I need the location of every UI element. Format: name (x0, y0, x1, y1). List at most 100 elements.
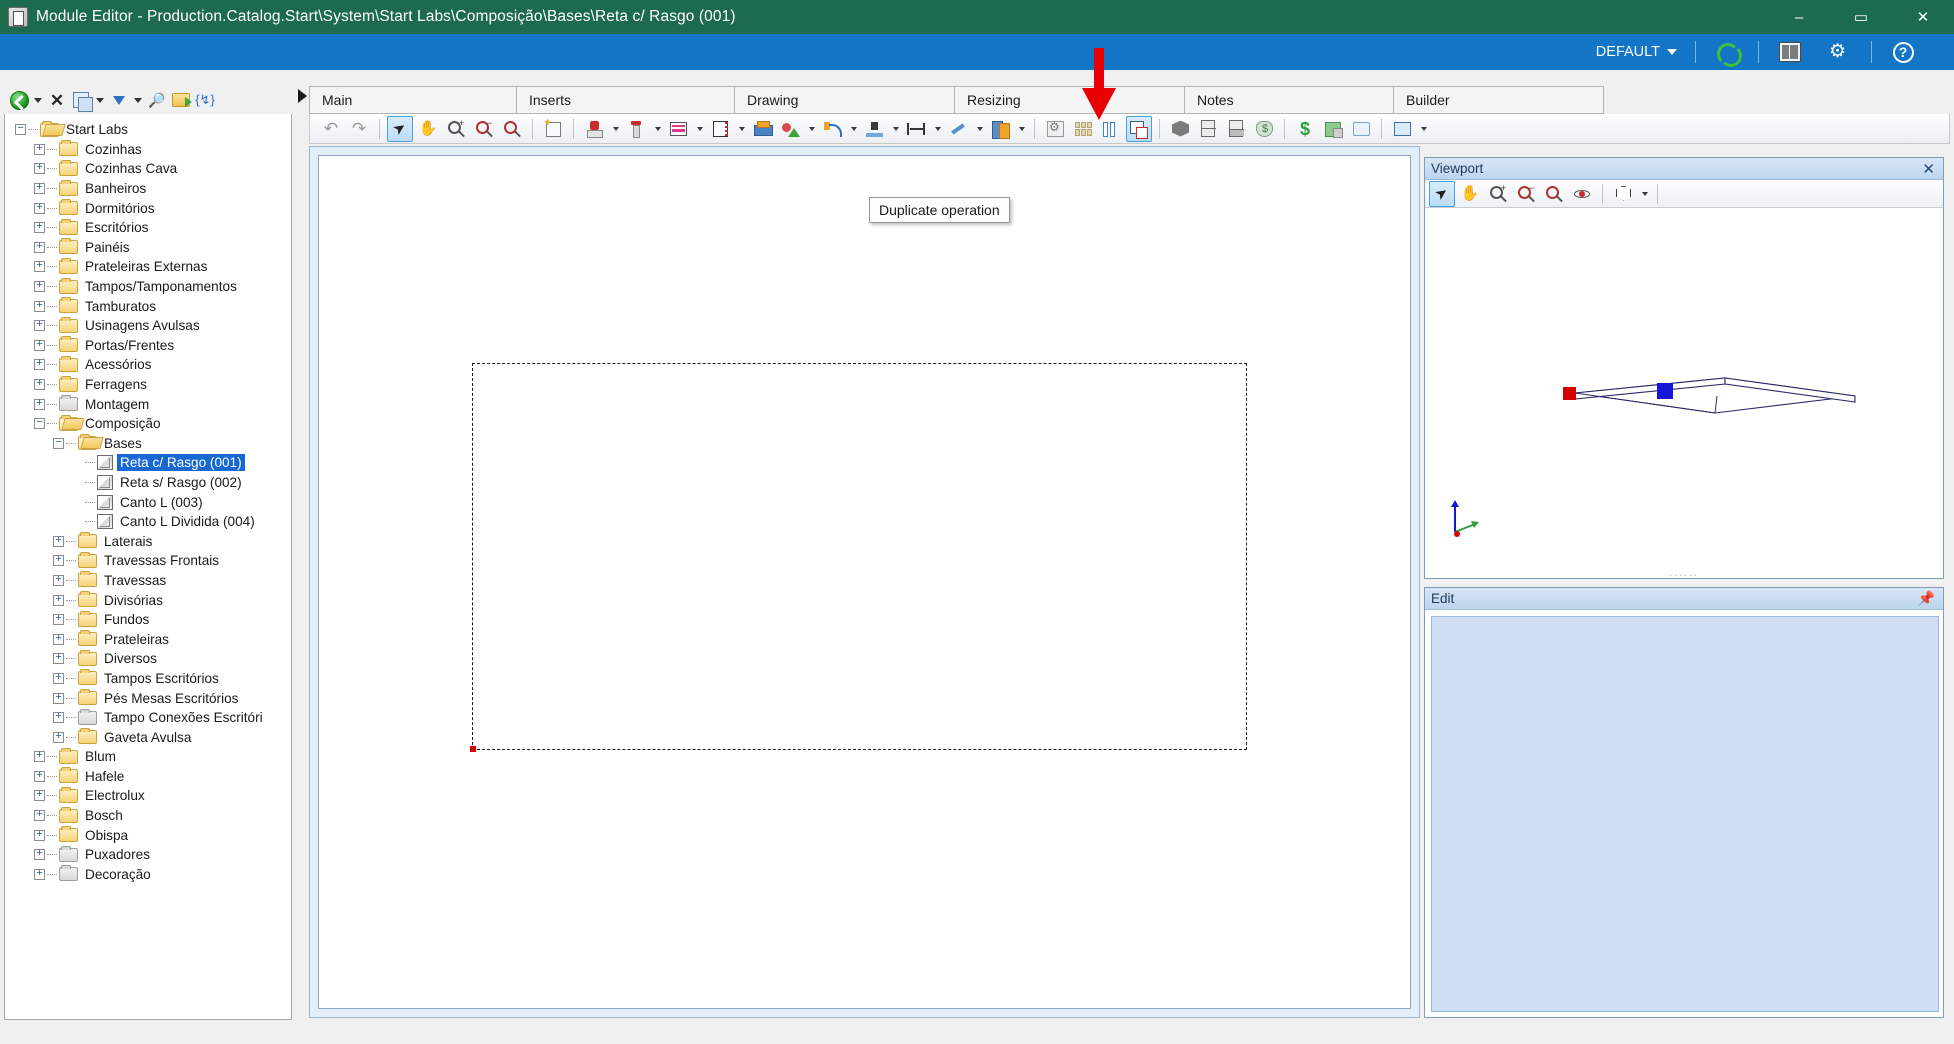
tree-expander-plus-icon[interactable]: + (34, 222, 45, 234)
tree-item[interactable]: + Pés Mesas Escritórios (5, 688, 291, 708)
insert-part-button[interactable] (749, 116, 775, 142)
back-dropdown[interactable] (32, 89, 44, 111)
tree-expander-plus-icon[interactable]: + (34, 183, 45, 195)
cube-3d-button[interactable] (1167, 116, 1193, 142)
tree-item[interactable]: + Tamburatos (5, 296, 291, 316)
vp-select-arrow-button[interactable]: ➤ (1429, 180, 1455, 207)
tree-item[interactable]: + Electrolux (5, 786, 291, 806)
tree-item[interactable]: + Travessas (5, 571, 291, 591)
tree-expander-plus-icon[interactable]: + (34, 261, 45, 273)
material-cube-button[interactable] (1320, 116, 1346, 142)
tree-expander-plus-icon[interactable]: + (53, 731, 64, 743)
zoom-actual-button[interactable] (499, 116, 525, 142)
profile-selector[interactable]: DEFAULT (1584, 37, 1689, 67)
tree-item[interactable]: Canto L (003) (5, 492, 291, 512)
point-operation-dropdown[interactable] (889, 116, 901, 142)
new-module-button[interactable] (540, 116, 566, 142)
tree-item[interactable]: + Fundos (5, 610, 291, 630)
vp-view-cube-dropdown[interactable] (1638, 181, 1650, 207)
tree-item[interactable]: + Prateleiras Externas (5, 257, 291, 277)
tree-expander-plus-icon[interactable]: + (53, 594, 64, 606)
tree-expander-plus-icon[interactable]: + (34, 849, 45, 861)
tree-item[interactable]: − Composição (5, 414, 291, 434)
pin-icon[interactable]: 📌 (1918, 590, 1935, 607)
vp-zoom-in-button[interactable]: + (1485, 181, 1511, 207)
dimension-button[interactable] (903, 116, 929, 142)
screw-operation-dropdown[interactable] (651, 116, 663, 142)
tree-expander-plus-icon[interactable]: + (34, 810, 45, 822)
binoculars-icon[interactable]: 🔎 (146, 89, 168, 111)
tree-expander-minus-icon[interactable]: − (34, 418, 45, 430)
tree-item[interactable]: Canto L Dividida (004) (5, 512, 291, 532)
copy-button[interactable] (70, 89, 93, 112)
dimension-dropdown[interactable] (931, 116, 943, 142)
tree-expander-minus-icon[interactable]: − (53, 437, 64, 449)
tab-inserts[interactable]: Inserts (517, 86, 735, 114)
delete-button[interactable]: ✕ (46, 89, 68, 111)
tree-expander-plus-icon[interactable]: + (53, 614, 64, 626)
tree-expander-plus-icon[interactable]: + (34, 202, 45, 214)
move-down-button[interactable] (108, 89, 130, 111)
tree-item[interactable]: + Puxadores (5, 845, 291, 865)
tree-expander-plus-icon[interactable]: + (34, 398, 45, 410)
panel-dropdown[interactable] (735, 116, 747, 142)
tab-notes[interactable]: Notes (1185, 86, 1394, 114)
splitter-collapse-arrow-icon[interactable] (298, 89, 307, 103)
settings-page-button[interactable] (1042, 116, 1068, 142)
tab-drawing[interactable]: Drawing (735, 86, 955, 114)
tree-expander-plus-icon[interactable]: + (34, 868, 45, 880)
drawer-cabinet-button[interactable] (1223, 116, 1249, 142)
settings-button[interactable]: ⚙ (1815, 37, 1865, 67)
edge-band-button[interactable] (665, 116, 691, 142)
tree-expander-plus-icon[interactable]: + (34, 281, 45, 293)
close-button[interactable]: ✕ (1892, 0, 1954, 34)
back-button[interactable] (8, 89, 30, 111)
price-dollar-button[interactable]: $ (1292, 116, 1318, 142)
properties-button[interactable] (1765, 37, 1815, 67)
tree-expander-plus-icon[interactable]: + (34, 359, 45, 371)
tree-expander-plus-icon[interactable]: + (53, 633, 64, 645)
undo-button[interactable]: ↶ (318, 116, 344, 142)
copy-dropdown[interactable] (94, 89, 106, 111)
tree-item[interactable]: + Acessórios (5, 355, 291, 375)
tree-item[interactable]: + Cozinhas (5, 140, 291, 160)
tree-item[interactable]: + Diversos (5, 649, 291, 669)
edge-band-dropdown[interactable] (693, 116, 705, 142)
viewport-resize-grip[interactable]: ······ (1425, 570, 1943, 578)
line-tool-button[interactable] (945, 116, 971, 142)
vp-view-cube-button[interactable] (1610, 181, 1636, 207)
tree-item[interactable]: + Divisórias (5, 590, 291, 610)
vp-zoom-out-button[interactable]: − (1513, 181, 1539, 207)
vp-zoom-actual-button[interactable] (1541, 181, 1567, 207)
maximize-button[interactable]: ▭ (1830, 0, 1892, 34)
screw-operation-button[interactable] (623, 116, 649, 142)
tree-item[interactable]: + Cozinhas Cava (5, 159, 291, 179)
shape-insert-dropdown[interactable] (805, 116, 817, 142)
tree-expander-plus-icon[interactable]: + (34, 829, 45, 841)
zoom-in-button[interactable]: + (443, 116, 469, 142)
tree-expander-plus-icon[interactable]: + (34, 320, 45, 332)
tab-builder[interactable]: Builder (1394, 86, 1604, 114)
door-cabinet-button[interactable] (1195, 116, 1221, 142)
tree-expander-plus-icon[interactable]: + (53, 712, 64, 724)
shape-insert-button[interactable] (777, 116, 803, 142)
viewport-3d-canvas[interactable]: ······ (1425, 208, 1943, 578)
tree-item[interactable]: + Banheiros (5, 179, 291, 199)
tree-expander-plus-icon[interactable]: + (53, 555, 64, 567)
catalog-tree[interactable]: − Start Labs + Cozinhas + Cozinhas Cava + Banhe… (5, 116, 291, 994)
tree-expander-plus-icon[interactable]: + (34, 241, 45, 253)
folder-export-icon[interactable] (170, 89, 192, 111)
preview-monitor-dropdown[interactable] (1417, 116, 1429, 142)
tree-expander-plus-icon[interactable]: + (34, 300, 45, 312)
tree-expander-plus-icon[interactable]: + (53, 653, 64, 665)
tab-main[interactable]: Main (309, 86, 517, 114)
cost-bag-button[interactable] (1251, 116, 1277, 142)
tree-expander-plus-icon[interactable]: + (34, 163, 45, 175)
drill-operation-button[interactable] (581, 116, 607, 142)
tree-item[interactable]: + Decoração (5, 865, 291, 885)
tree-item[interactable]: + Portas/Frentes (5, 336, 291, 356)
library-button[interactable] (987, 116, 1013, 142)
curve-operation-button[interactable] (819, 116, 845, 142)
tree-item[interactable]: − Start Labs (5, 120, 291, 140)
tree-expander-plus-icon[interactable]: + (34, 379, 45, 391)
